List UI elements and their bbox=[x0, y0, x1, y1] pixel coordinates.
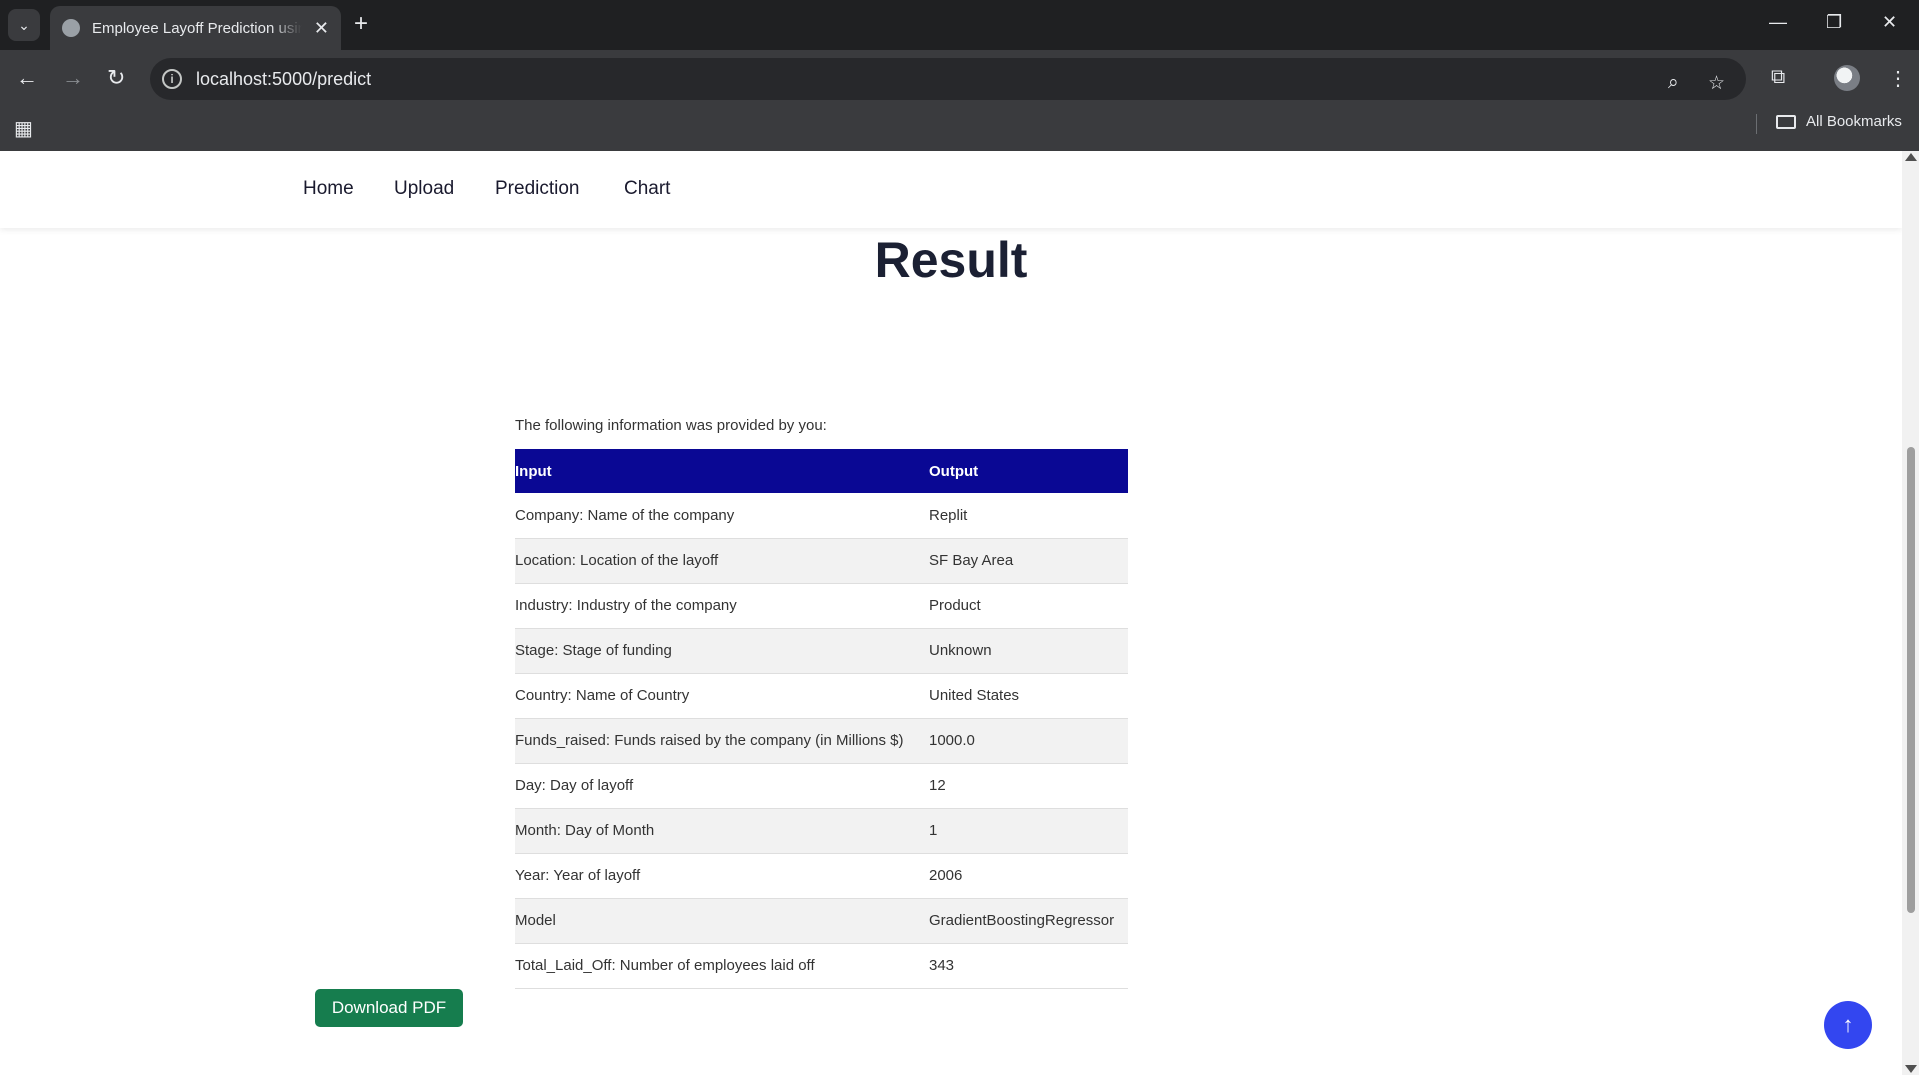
url-text[interactable]: localhost:5000/predict bbox=[196, 69, 371, 90]
row-input: Stage: Stage of funding bbox=[515, 628, 929, 674]
bookmark-star-icon[interactable]: ☆ bbox=[1708, 72, 1725, 95]
result-table: Input Output Company: Name of the compan… bbox=[515, 449, 1128, 989]
row-output: SF Bay Area bbox=[929, 538, 1128, 584]
row-input: Day: Day of layoff bbox=[515, 763, 929, 809]
menu-kebab-icon[interactable]: ⋮ bbox=[1888, 66, 1908, 91]
minimize-icon[interactable]: — bbox=[1769, 12, 1787, 33]
table-row: Stage: Stage of funding Unknown bbox=[515, 628, 1128, 674]
intro-text: The following information was provided b… bbox=[515, 417, 827, 434]
browser-tab[interactable]: Employee Layoff Prediction using ✕ bbox=[50, 6, 341, 50]
row-output: 343 bbox=[929, 943, 1128, 989]
zoom-icon[interactable]: ⌕ bbox=[1668, 72, 1679, 94]
page-viewport: Home Upload Prediction Chart Result The … bbox=[0, 151, 1902, 1075]
site-navbar: Home Upload Prediction Chart bbox=[0, 151, 1902, 228]
globe-icon bbox=[62, 19, 80, 37]
close-window-icon[interactable]: ✕ bbox=[1882, 12, 1897, 33]
scroll-down-icon[interactable] bbox=[1905, 1065, 1917, 1073]
scroll-up-icon[interactable] bbox=[1905, 153, 1917, 161]
nav-chart[interactable]: Chart bbox=[624, 178, 670, 200]
forward-icon[interactable]: → bbox=[62, 66, 84, 90]
input-column-header: Input bbox=[515, 449, 929, 493]
table-row: Model GradientBoostingRegressor bbox=[515, 898, 1128, 944]
table-row: Location: Location of the layoff SF Bay … bbox=[515, 538, 1128, 584]
row-input: Country: Name of Country bbox=[515, 673, 929, 719]
address-bar[interactable]: i localhost:5000/predict ⌕ ☆ bbox=[150, 58, 1746, 100]
row-input: Model bbox=[515, 898, 929, 944]
row-input: Location: Location of the layoff bbox=[515, 538, 929, 584]
row-output: 2006 bbox=[929, 853, 1128, 899]
table-row: Company: Name of the company Replit bbox=[515, 493, 1128, 539]
table-row: Industry: Industry of the company Produc… bbox=[515, 583, 1128, 629]
table-row: Day: Day of layoff 12 bbox=[515, 763, 1128, 809]
row-output: Unknown bbox=[929, 628, 1128, 674]
page-title: Result bbox=[874, 232, 1028, 288]
table-row: Total_Laid_Off: Number of employees laid… bbox=[515, 943, 1128, 989]
table-row: Month: Day of Month 1 bbox=[515, 808, 1128, 854]
reload-icon[interactable]: ↻ bbox=[107, 66, 125, 90]
output-column-header: Output bbox=[929, 449, 1128, 493]
table-header-row: Input Output bbox=[515, 449, 1128, 493]
browser-toolbar: ← → ↻ i localhost:5000/predict ⌕ ☆ bbox=[0, 50, 1919, 108]
row-output: 1 bbox=[929, 808, 1128, 854]
table-row: Year: Year of layoff 2006 bbox=[515, 853, 1128, 899]
row-input: Funds_raised: Funds raised by the compan… bbox=[515, 718, 929, 764]
row-input: Month: Day of Month bbox=[515, 808, 929, 854]
nav-home[interactable]: Home bbox=[303, 178, 354, 200]
tab-title: Employee Layoff Prediction using bbox=[92, 19, 302, 37]
row-input: Industry: Industry of the company bbox=[515, 583, 929, 629]
extensions-icon[interactable]: ⧉ bbox=[1771, 66, 1785, 89]
new-tab-button[interactable]: + bbox=[354, 10, 368, 38]
table-row: Funds_raised: Funds raised by the compan… bbox=[515, 718, 1128, 764]
back-to-top-button[interactable]: ↑ bbox=[1824, 1001, 1872, 1049]
bookmarks-bar bbox=[0, 108, 1919, 151]
nav-prediction[interactable]: Prediction bbox=[495, 178, 580, 200]
all-bookmarks-label: All Bookmarks bbox=[1806, 113, 1902, 130]
row-output: United States bbox=[929, 673, 1128, 719]
back-icon[interactable]: ← bbox=[16, 66, 38, 90]
download-pdf-button[interactable]: Download PDF bbox=[315, 989, 463, 1027]
row-output: 1000.0 bbox=[929, 718, 1128, 764]
apps-grid-icon[interactable]: ▦ bbox=[14, 116, 33, 141]
row-output: Replit bbox=[929, 493, 1128, 539]
folder-icon bbox=[1776, 114, 1796, 129]
restore-icon[interactable]: ❐ bbox=[1826, 12, 1842, 33]
scroll-thumb[interactable] bbox=[1907, 447, 1915, 913]
site-info-icon[interactable]: i bbox=[162, 69, 182, 89]
close-tab-icon[interactable]: ✕ bbox=[314, 18, 329, 39]
row-input: Total_Laid_Off: Number of employees laid… bbox=[515, 943, 929, 989]
browser-tabbar: ⌄ Employee Layoff Prediction using ✕ + —… bbox=[0, 0, 1919, 50]
row-output: GradientBoostingRegressor bbox=[929, 898, 1128, 944]
arrow-up-icon: ↑ bbox=[1842, 1012, 1854, 1037]
bookmarks-divider bbox=[1756, 114, 1757, 134]
row-input: Company: Name of the company bbox=[515, 493, 929, 539]
nav-upload[interactable]: Upload bbox=[394, 178, 454, 200]
row-input: Year: Year of layoff bbox=[515, 853, 929, 899]
all-bookmarks-button[interactable]: All Bookmarks bbox=[1776, 113, 1902, 130]
row-output: 12 bbox=[929, 763, 1128, 809]
table-row: Country: Name of Country United States bbox=[515, 673, 1128, 719]
profile-avatar[interactable] bbox=[1834, 65, 1860, 91]
tab-search-button[interactable]: ⌄ bbox=[8, 9, 40, 41]
row-output: Product bbox=[929, 583, 1128, 629]
page-scrollbar[interactable] bbox=[1902, 151, 1919, 1075]
